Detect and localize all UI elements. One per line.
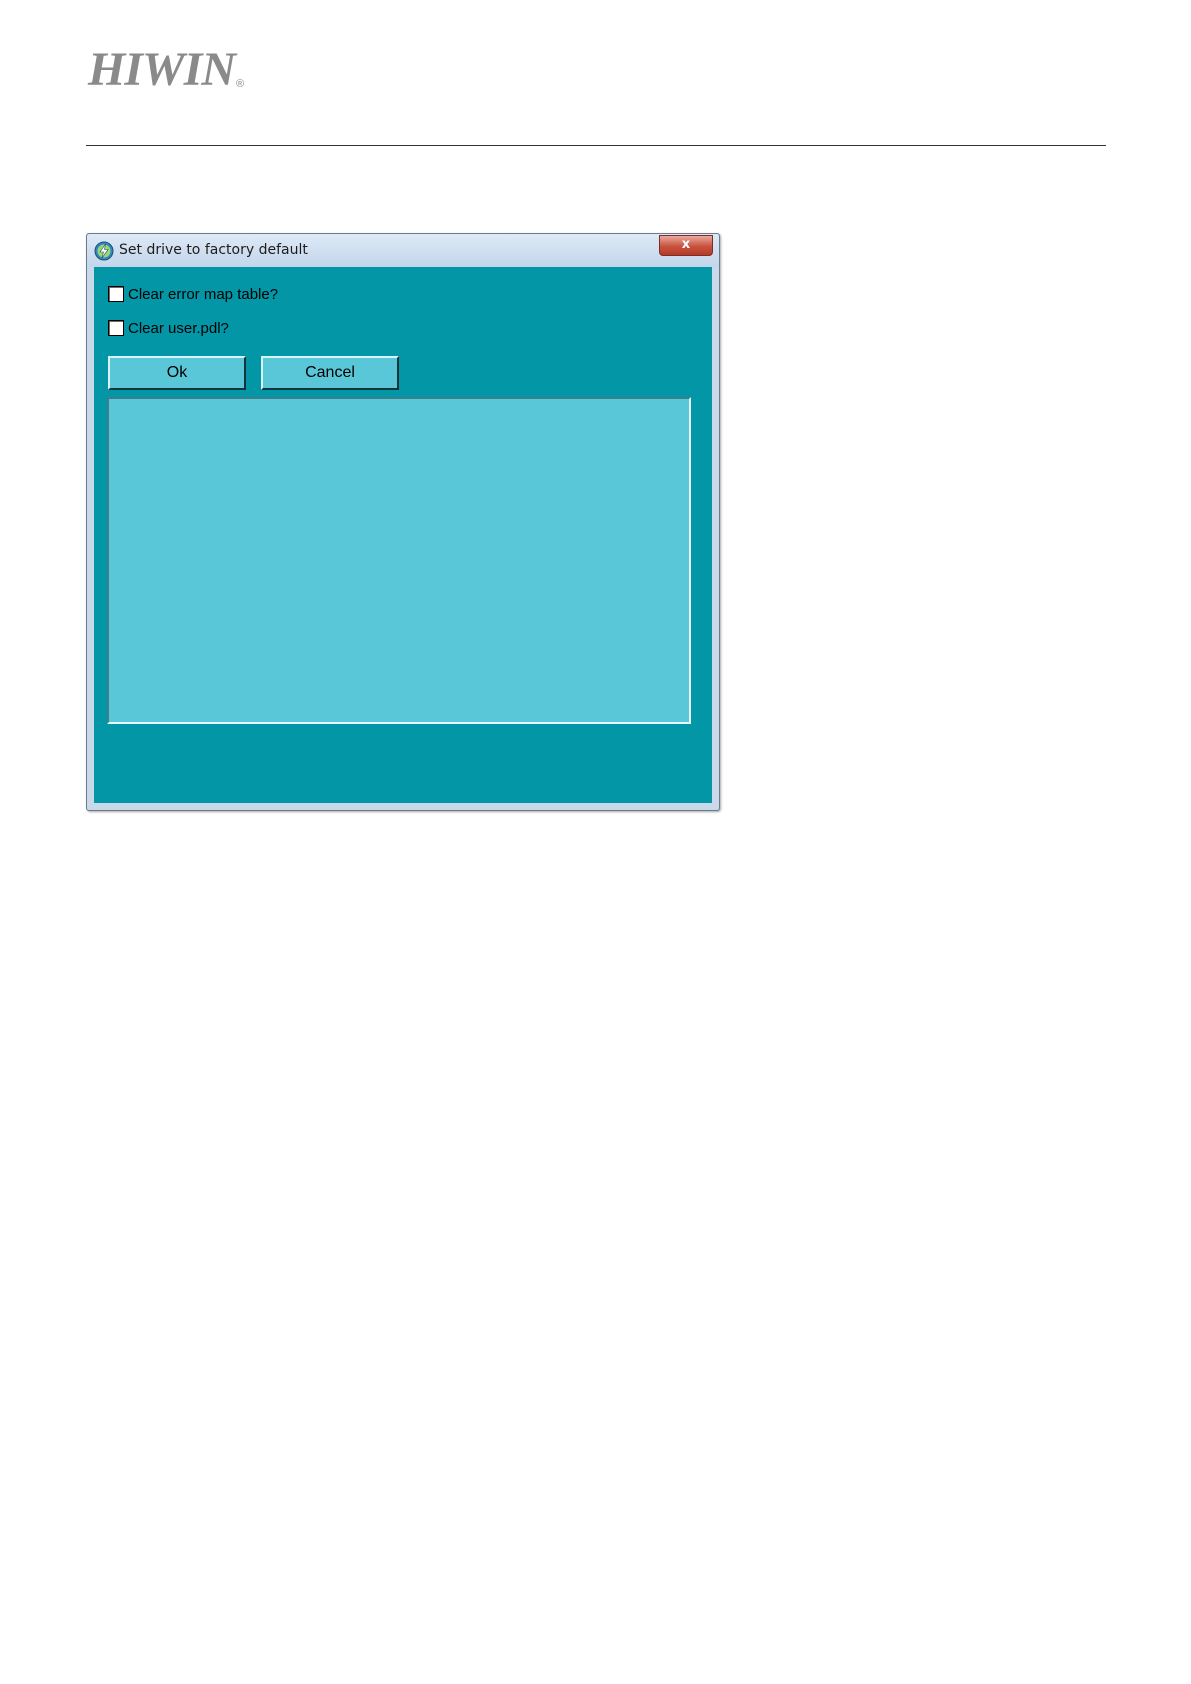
logo-wordmark: HIWIN bbox=[88, 43, 236, 96]
close-button[interactable]: x bbox=[659, 235, 713, 256]
clear-error-map-label: Clear error map table? bbox=[128, 285, 279, 303]
dialog-client-area: Clear error map table? Clear user.pdl? O… bbox=[94, 267, 712, 803]
ok-button[interactable]: Ok bbox=[108, 356, 246, 390]
hiwin-logo: HIWIN ® bbox=[88, 44, 244, 94]
clear-error-map-option[interactable]: Clear error map table? bbox=[108, 284, 278, 304]
registered-mark: ® bbox=[236, 78, 245, 90]
lightning-icon bbox=[94, 241, 114, 261]
dialog-title: Set drive to factory default bbox=[119, 242, 308, 258]
clear-user-pdl-option[interactable]: Clear user.pdl? bbox=[108, 318, 229, 338]
clear-error-map-checkbox[interactable] bbox=[108, 286, 124, 302]
cancel-button[interactable]: Cancel bbox=[261, 356, 399, 390]
close-icon: x bbox=[681, 237, 691, 252]
factory-default-dialog: Set drive to factory default x Clear err… bbox=[86, 233, 720, 811]
header-divider bbox=[86, 145, 1106, 146]
clear-user-pdl-label: Clear user.pdl? bbox=[128, 319, 229, 337]
clear-user-pdl-checkbox[interactable] bbox=[108, 320, 124, 336]
output-text-area[interactable] bbox=[107, 397, 691, 724]
dialog-titlebar[interactable]: Set drive to factory default x bbox=[87, 234, 719, 267]
document-page: HIWIN ® Set drive to factory default x C… bbox=[0, 0, 1191, 1684]
